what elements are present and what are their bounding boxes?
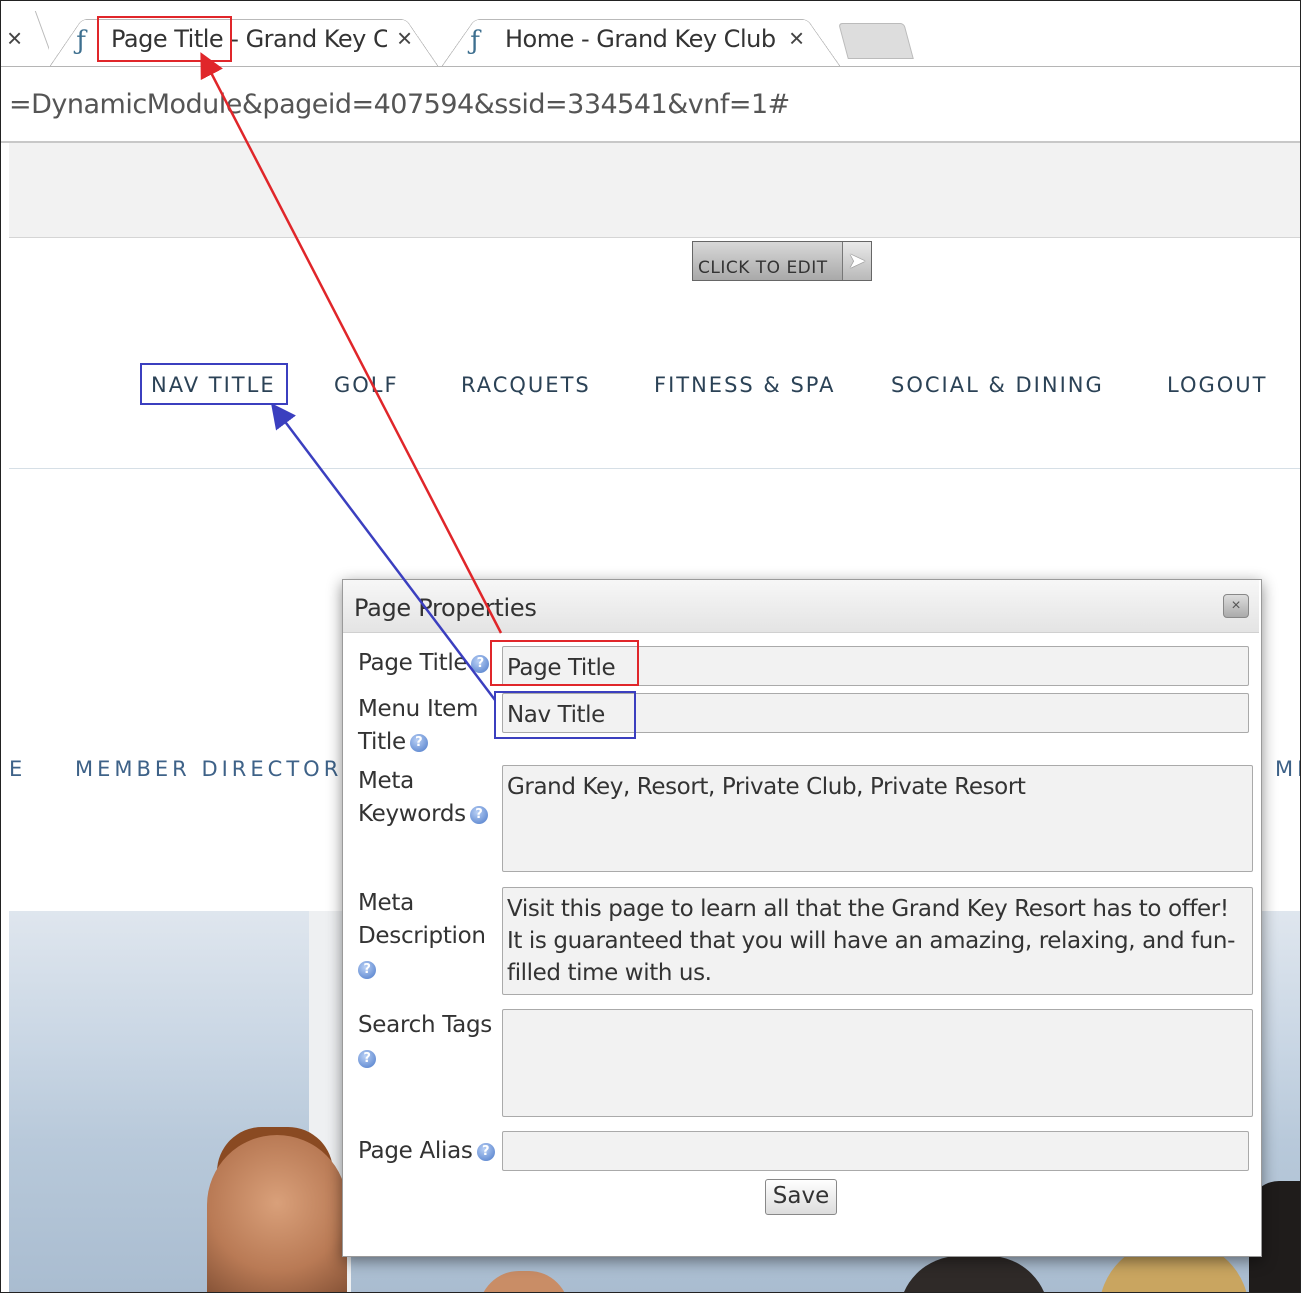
annotation-box-nav-title bbox=[140, 363, 288, 405]
subnav-item-member-directory[interactable]: MEMBER DIRECTOR bbox=[75, 757, 342, 781]
url-text: =DynamicModule&pageid=407594&ssid=334541… bbox=[9, 89, 790, 120]
search-tags-label-text: Search Tags bbox=[358, 1012, 492, 1038]
menu-item-title-label: Menu Item Title? bbox=[358, 693, 478, 759]
help-icon[interactable]: ? bbox=[471, 654, 490, 673]
menu-item-title-label-line1: Menu Item bbox=[358, 696, 479, 722]
help-icon[interactable]: ? bbox=[409, 733, 428, 752]
grand-key-favicon-icon: ƒ bbox=[470, 26, 480, 56]
nav-item-golf[interactable]: GOLF bbox=[334, 373, 399, 397]
annotation-box-nav-title-field bbox=[494, 691, 636, 739]
nav-divider bbox=[9, 468, 1300, 469]
dialog-header: Page Properties × bbox=[343, 580, 1259, 633]
close-tab-icon[interactable]: × bbox=[789, 23, 804, 54]
new-tab-button[interactable] bbox=[838, 23, 914, 59]
annotation-box-tab-page-title bbox=[97, 16, 232, 62]
search-tags-label: Search Tags ? bbox=[358, 1009, 492, 1075]
meta-keywords-textarea[interactable]: Grand Key, Resort, Private Club, Private… bbox=[502, 765, 1253, 872]
click-to-edit-label: CLICK TO EDIT bbox=[698, 258, 828, 278]
tab-label: Home - Grand Key Club bbox=[505, 25, 776, 53]
help-icon[interactable]: ? bbox=[469, 805, 488, 824]
page-alias-label: Page Alias? bbox=[358, 1135, 495, 1168]
help-icon[interactable]: ? bbox=[358, 1049, 376, 1068]
subnav-item-partial-right[interactable]: MI bbox=[1275, 757, 1300, 781]
page-alias-input[interactable] bbox=[502, 1131, 1249, 1171]
cursor-pointer-icon: ➤ bbox=[842, 242, 871, 280]
nav-item-social-dining[interactable]: SOCIAL & DINING bbox=[891, 373, 1104, 397]
close-icon[interactable]: × bbox=[1223, 594, 1249, 618]
address-bar[interactable]: =DynamicModule&pageid=407594&ssid=334541… bbox=[1, 67, 1300, 143]
cms-toolbar bbox=[9, 143, 1300, 238]
meta-description-label: Meta Description ? bbox=[358, 887, 486, 986]
annotation-box-page-title-field bbox=[490, 640, 639, 686]
meta-description-label-line2: Description bbox=[358, 923, 486, 949]
grand-key-favicon-icon: ƒ bbox=[76, 26, 86, 56]
page-alias-label-text: Page Alias bbox=[358, 1138, 473, 1164]
help-icon[interactable]: ? bbox=[358, 960, 376, 979]
page-properties-dialog: Page Properties × Page Title? Page Title… bbox=[342, 579, 1262, 1257]
meta-keywords-label: Meta Keywords? bbox=[358, 765, 488, 831]
meta-description-label-line1: Meta bbox=[358, 890, 414, 916]
close-tab-icon[interactable]: × bbox=[397, 23, 412, 54]
meta-description-textarea[interactable]: Visit this page to learn all that the Gr… bbox=[502, 887, 1253, 995]
nav-item-logout[interactable]: LOGOUT bbox=[1167, 373, 1267, 397]
subnav-item-partial-left[interactable]: E bbox=[9, 757, 26, 781]
dialog-title: Page Properties bbox=[354, 594, 537, 622]
save-button[interactable]: Save bbox=[765, 1179, 837, 1215]
menu-item-title-label-line2: Title bbox=[358, 729, 406, 755]
search-tags-textarea[interactable] bbox=[502, 1009, 1253, 1117]
click-to-edit-button[interactable]: CLICK TO EDIT ➤ bbox=[692, 241, 872, 281]
help-icon[interactable]: ? bbox=[476, 1142, 495, 1161]
nav-item-racquets[interactable]: RACQUETS bbox=[461, 373, 591, 397]
previous-tab-close-icon[interactable]: × bbox=[7, 23, 22, 54]
page-title-label: Page Title? bbox=[358, 647, 490, 680]
nav-item-fitness-spa[interactable]: FITNESS & SPA bbox=[654, 373, 835, 397]
screenshot-frame: × ƒ Page Title - Grand Key Cl × ƒ Home -… bbox=[0, 0, 1301, 1293]
meta-keywords-label-line1: Meta bbox=[358, 768, 414, 794]
page-title-label-text: Page Title bbox=[358, 650, 468, 676]
tab-home[interactable]: ƒ Home - Grand Key Club × bbox=[441, 9, 841, 67]
meta-keywords-label-line2: Keywords bbox=[358, 801, 466, 827]
